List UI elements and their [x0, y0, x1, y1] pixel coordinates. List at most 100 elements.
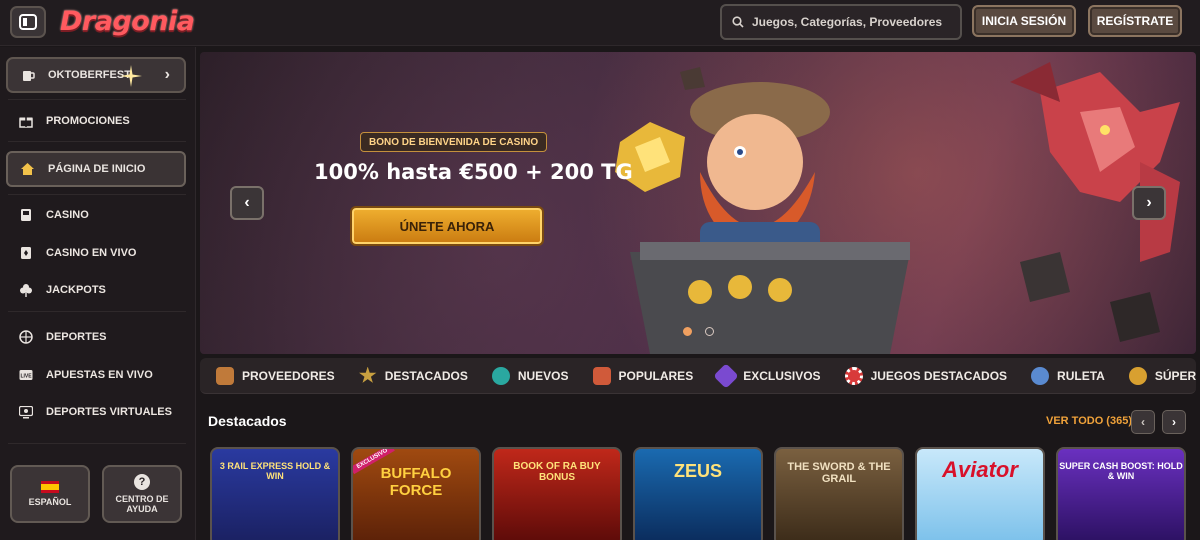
- sidebar-item-label: CASINO: [46, 209, 89, 221]
- sparkle-icon: [120, 65, 142, 87]
- category-ruleta[interactable]: RULETA: [1031, 366, 1105, 385]
- slide-dot[interactable]: [705, 327, 714, 336]
- hero-next-button[interactable]: ›: [1132, 186, 1166, 220]
- sidebar-item-apuestas-en-vivo[interactable]: LIVE APUESTAS EN VIVO: [18, 365, 153, 385]
- chevron-left-icon: ‹: [1141, 415, 1145, 429]
- category-proveedores[interactable]: PROVEEDORES: [216, 366, 335, 385]
- rocket-icon: [592, 366, 611, 385]
- category-label: SÚPER SHOWS: [1154, 368, 1196, 383]
- category-destacados[interactable]: DESTACADOS: [359, 366, 468, 385]
- category-label: NUEVOS: [517, 368, 569, 383]
- sidebar-divider: [8, 443, 186, 444]
- hero-title: 100% hasta €500 + 200 TG: [314, 160, 633, 184]
- featured-title: Destacados: [208, 413, 287, 429]
- chevron-right-icon: ›: [164, 66, 170, 83]
- game-title: BOOK OF RA BUY BONUS: [513, 461, 601, 483]
- sidebar-divider: [8, 311, 186, 312]
- sidebar-item-oktoberfest[interactable]: OKTOBERFEST ›: [6, 57, 186, 93]
- game-title: THE SWORD & THE GRAIL: [787, 461, 891, 485]
- help-label-line1: CENTRO DE: [115, 494, 169, 504]
- game-title: ZEUS: [673, 461, 722, 481]
- category-label: EXCLUSIVOS: [743, 368, 821, 383]
- help-center-button[interactable]: ? CENTRO DE AYUDA: [102, 465, 182, 523]
- game-tile[interactable]: THE SWORD & THE GRAIL: [774, 447, 904, 540]
- category-label: POPULARES: [618, 368, 694, 383]
- slide-dot-active[interactable]: [683, 327, 692, 336]
- chevron-right-icon: ›: [1146, 194, 1152, 211]
- game-tile[interactable]: 3 RAIL EXPRESS HOLD & WIN: [210, 447, 340, 540]
- sidebar-item-label: DEPORTES: [46, 331, 107, 343]
- sidebar-item-label: PÁGINA DE INICIO: [48, 163, 146, 175]
- gift-icon: [18, 113, 34, 129]
- roulette-icon: [1031, 366, 1050, 385]
- help-icon: ?: [134, 474, 150, 490]
- sidebar-item-casino-en-vivo[interactable]: CASINO EN VIVO: [18, 243, 136, 263]
- category-populares[interactable]: POPULARES: [592, 366, 694, 385]
- card-icon: [18, 245, 34, 261]
- language-label: ESPAÑOL: [28, 497, 72, 507]
- home-icon: [20, 161, 36, 177]
- featured-next-button[interactable]: ›: [1162, 410, 1186, 434]
- monitor-icon: [18, 404, 34, 420]
- game-tile[interactable]: BOOK OF RA BUY BONUS: [492, 447, 622, 540]
- game-title: Aviator: [942, 457, 1018, 482]
- category-label: DESTACADOS: [384, 368, 468, 383]
- sidebar-item-pagina-de-inicio[interactable]: PÁGINA DE INICIO: [6, 151, 186, 187]
- sidebar-item-label: OKTOBERFEST: [48, 69, 131, 81]
- chevron-right-icon: ›: [1172, 415, 1176, 429]
- language-selector[interactable]: ESPAÑOL: [10, 465, 90, 523]
- chip-icon: [844, 366, 863, 385]
- register-button[interactable]: REGÍSTRATE: [1088, 5, 1182, 37]
- providers-icon: [216, 366, 234, 385]
- game-tile[interactable]: SUPER CASH BOOST: HOLD & WIN: [1056, 447, 1186, 540]
- category-super-shows[interactable]: SÚPER SHOWS: [1128, 366, 1196, 385]
- slot-machine-icon: [18, 207, 34, 223]
- view-all-link[interactable]: VER TODO (365): [1046, 415, 1132, 427]
- sidebar-divider: [8, 194, 186, 195]
- category-juegos-destacados[interactable]: JUEGOS DESTACADOS: [844, 366, 1008, 385]
- search-icon: [732, 16, 744, 28]
- sidebar-item-deportes-virtuales[interactable]: DEPORTES VIRTUALES: [18, 402, 172, 422]
- hero-illustration: [615, 62, 1180, 354]
- top-header: Dragonia INICIA SESIÓN REGÍSTRATE: [0, 0, 1200, 46]
- sidebar-toggle-icon: [19, 14, 37, 30]
- game-tile[interactable]: EXCLUSIVO BUFFALO FORCE: [351, 447, 481, 540]
- beer-icon: [23, 71, 35, 81]
- hero-banner[interactable]: BONO DE BIENVENIDA DE CASINO 100% hasta …: [200, 52, 1196, 354]
- sidebar-divider: [8, 99, 186, 100]
- clover-icon: [18, 282, 34, 298]
- category-exclusivos[interactable]: EXCLUSIVOS: [713, 362, 821, 389]
- chevron-left-icon: ‹: [244, 194, 250, 211]
- gem-icon: [491, 366, 510, 385]
- category-bar: PROVEEDORES DESTACADOS NUEVOS POPULARES …: [200, 358, 1196, 394]
- sidebar-item-promociones[interactable]: PROMOCIONES: [18, 111, 130, 131]
- login-button[interactable]: INICIA SESIÓN: [972, 5, 1076, 37]
- bonus-badge: BONO DE BIENVENIDA DE CASINO: [360, 132, 548, 152]
- hero-prev-button[interactable]: ‹: [230, 186, 264, 220]
- join-now-button[interactable]: ÚNETE AHORA: [350, 206, 544, 246]
- sidebar: OKTOBERFEST › PROMOCIONES PÁGINA DE INIC…: [0, 47, 196, 540]
- star-icon: [359, 366, 377, 383]
- category-label: PROVEEDORES: [242, 368, 335, 383]
- sidebar-item-label: JACKPOTS: [46, 284, 106, 296]
- sidebar-item-casino[interactable]: CASINO: [18, 205, 89, 225]
- help-label-line2: AYUDA: [126, 504, 158, 514]
- featured-prev-button[interactable]: ‹: [1131, 410, 1155, 434]
- crystal-icon: [713, 362, 739, 389]
- category-label: RULETA: [1057, 368, 1105, 383]
- category-label: JUEGOS DESTACADOS: [870, 368, 1008, 383]
- sidebar-item-label: PROMOCIONES: [46, 115, 130, 127]
- category-nuevos[interactable]: NUEVOS: [491, 366, 569, 385]
- search-box[interactable]: [720, 4, 962, 40]
- site-logo[interactable]: Dragonia: [60, 4, 195, 40]
- sidebar-item-jackpots[interactable]: JACKPOTS: [18, 280, 106, 300]
- sidebar-toggle-button[interactable]: [10, 6, 46, 38]
- sidebar-divider: [8, 141, 186, 142]
- sidebar-item-deportes[interactable]: DEPORTES: [18, 327, 107, 347]
- search-input[interactable]: [752, 15, 952, 29]
- game-tile[interactable]: ZEUS: [633, 447, 763, 540]
- game-tile[interactable]: Aviator: [915, 447, 1045, 540]
- game-title: BUFFALO FORCE: [380, 465, 452, 499]
- sidebar-item-label: CASINO EN VIVO: [46, 247, 137, 259]
- sidebar-item-label: DEPORTES VIRTUALES: [46, 406, 172, 418]
